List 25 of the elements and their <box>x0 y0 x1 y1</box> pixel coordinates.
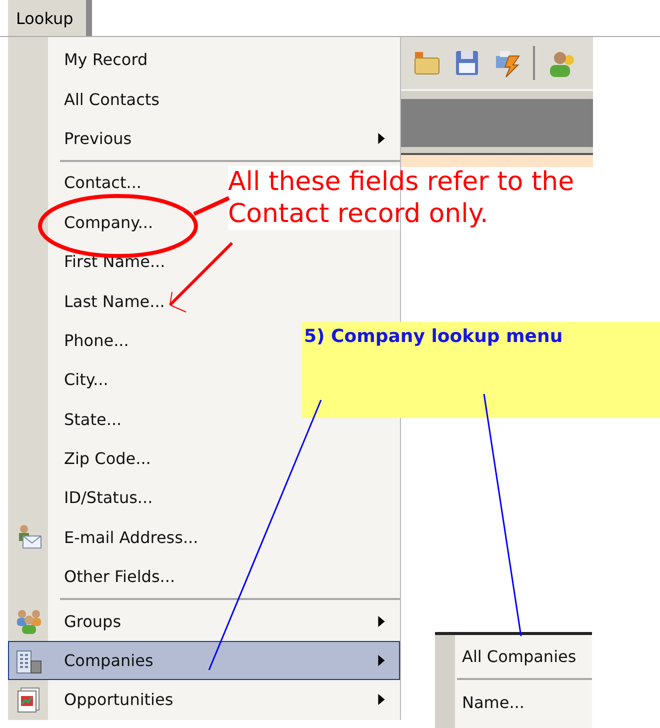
lookup-menu[interactable]: Lookup <box>8 0 92 36</box>
submenu-arrow-icon <box>378 616 385 627</box>
menu-item[interactable]: Name... <box>435 681 592 723</box>
menu-item[interactable]: All Contacts <box>8 79 400 119</box>
menu-item[interactable]: My Record <box>8 40 400 80</box>
save-icon[interactable] <box>453 48 481 78</box>
menu-item[interactable]: All Companies <box>435 635 592 677</box>
submenu-arrow-icon <box>378 694 385 706</box>
submenu-arrow-icon <box>378 655 385 666</box>
menu-item[interactable]: ID/Status... <box>8 478 400 518</box>
annotation-arrow <box>168 242 234 312</box>
menu-item[interactable]: First Name... <box>8 242 400 282</box>
people-icon <box>15 607 43 636</box>
leader-line <box>193 196 230 216</box>
menu-item[interactable]: Companies <box>8 640 400 680</box>
menu-item[interactable]: Last Name... <box>8 281 400 321</box>
callout-tooltip: 5) Company lookup menu <box>302 322 660 418</box>
menu-item[interactable]: Zip Code... <box>8 438 400 478</box>
menu-item[interactable]: E-mail Address... <box>8 518 400 558</box>
menu-item[interactable]: Other Fields... <box>8 557 400 596</box>
submenu-arrow-icon <box>378 132 385 144</box>
print-icon[interactable] <box>493 48 521 78</box>
menu-item[interactable]: Groups <box>8 601 400 641</box>
menu-item[interactable]: Opportunities <box>8 680 400 720</box>
menu-item[interactable]: Previous <box>8 118 400 158</box>
